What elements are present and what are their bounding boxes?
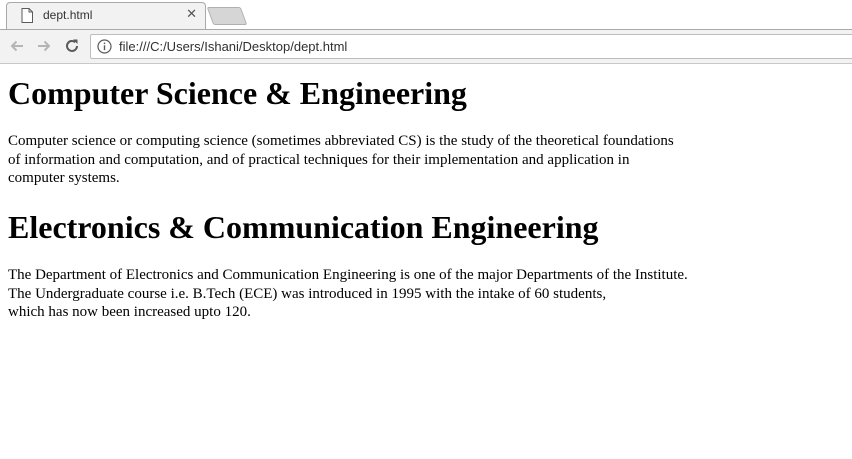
forward-arrow-icon [38, 40, 51, 52]
paragraph-line: of information and computation, and of p… [8, 151, 630, 168]
paragraph-line: Computer science or computing science (s… [8, 133, 674, 149]
paragraph-line: which has now been increased upto 120. [8, 304, 251, 320]
back-arrow-icon [10, 40, 23, 52]
heading-computer-science: Computer Science & Engineering [8, 75, 467, 111]
back-button[interactable] [7, 36, 27, 56]
page-icon [21, 8, 33, 23]
browser-window: dept.html ✕ file:///C:/Users/Ishani/Desk… [0, 0, 852, 459]
reload-button[interactable] [62, 36, 82, 56]
new-tab-button[interactable] [206, 7, 248, 25]
tab-title: dept.html [43, 8, 93, 22]
paragraph-line: The Undergraduate course i.e. B.Tech (EC… [8, 285, 607, 302]
tab-close-icon[interactable]: ✕ [186, 7, 197, 22]
tab-dept[interactable]: dept.html ✕ [6, 2, 206, 29]
heading-electronics-communication: Electronics & Communication Engineering [8, 209, 599, 245]
page-content: Computer Science & Engineering Computer … [0, 64, 852, 459]
paragraph-line: computer systems. [8, 170, 120, 186]
url-text[interactable]: file:///C:/Users/Ishani/Desktop/dept.htm… [119, 39, 347, 54]
reload-icon [66, 39, 78, 52]
info-icon[interactable] [97, 39, 112, 54]
address-bar[interactable]: file:///C:/Users/Ishani/Desktop/dept.htm… [90, 34, 852, 59]
paragraph-line: The Department of Electronics and Commun… [8, 267, 688, 283]
tab-strip: dept.html ✕ [0, 0, 852, 30]
paragraph-electronics-communication: The Department of Electronics and Commun… [8, 266, 738, 322]
paragraph-computer-science: Computer science or computing science (s… [8, 132, 738, 188]
toolbar: file:///C:/Users/Ishani/Desktop/dept.htm… [0, 29, 852, 64]
forward-button[interactable] [34, 36, 54, 56]
